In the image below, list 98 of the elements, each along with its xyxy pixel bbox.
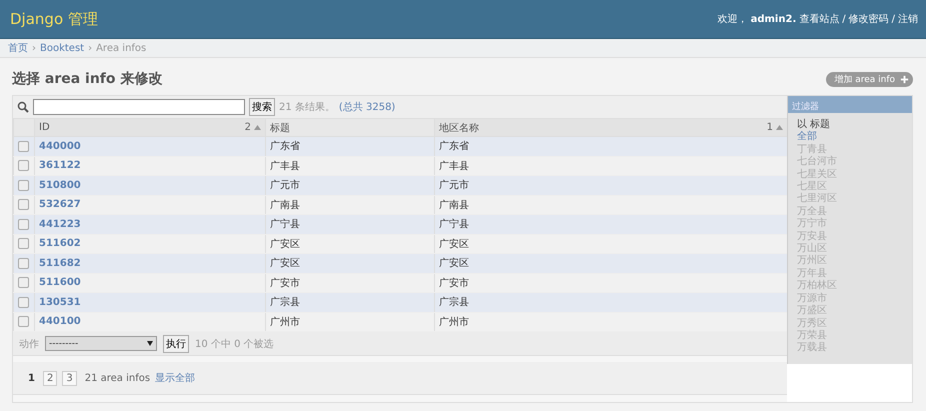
table-cell: 广元市: [434, 176, 787, 195]
filter-option[interactable]: 七星区: [797, 181, 912, 194]
page-link[interactable]: 3: [62, 370, 77, 386]
table-cell: 广宗县: [266, 292, 434, 312]
id-link[interactable]: 511600: [39, 277, 81, 288]
filter-option[interactable]: 七里河区: [797, 193, 912, 206]
filter-option[interactable]: 丁青县: [797, 144, 912, 156]
filter-option[interactable]: 万年县: [797, 268, 912, 280]
row-checkbox[interactable]: [18, 258, 29, 269]
sort-ascending-icon[interactable]: [254, 125, 261, 130]
sort-priority: 1: [766, 122, 773, 133]
filter-title: 过滤器: [788, 96, 912, 113]
filter-option[interactable]: 七台河市: [797, 156, 912, 169]
id-link[interactable]: 511602: [39, 238, 81, 250]
table-cell: 广安市: [434, 273, 787, 292]
filter-option[interactable]: 万载县: [797, 342, 912, 355]
welcome-text: 欢迎，: [718, 12, 748, 26]
table-cell: 广丰县: [266, 156, 434, 176]
id-link[interactable]: 532627: [39, 199, 81, 210]
plus-icon: [900, 74, 909, 84]
table-cell: 广宗县: [434, 292, 787, 312]
row-checkbox[interactable]: [18, 180, 29, 191]
table-cell: 广安市: [266, 273, 434, 292]
table-cell: 广东省: [266, 136, 434, 156]
filter-option[interactable]: 万宁市: [797, 218, 912, 231]
filter-option[interactable]: 万秀区: [797, 318, 912, 330]
sort-priority: 2: [244, 122, 251, 133]
filter-option[interactable]: 万源市: [797, 292, 912, 306]
id-link[interactable]: 440100: [39, 316, 81, 328]
username: admin2.: [750, 14, 796, 24]
row-checkbox[interactable]: [18, 199, 29, 210]
column-header[interactable]: 地区名称: [439, 120, 479, 134]
table-cell: 广南县: [434, 195, 787, 214]
current-page[interactable]: 1: [25, 372, 38, 384]
table-cell: 广州市: [266, 312, 434, 332]
id-link[interactable]: 361122: [39, 160, 81, 172]
row-checkbox[interactable]: [18, 316, 29, 328]
table-cell: 广安区: [266, 234, 434, 254]
filter-option[interactable]: 万全县: [797, 206, 912, 218]
total-link[interactable]: (总共 3258): [338, 100, 396, 114]
table-cell: 广南县: [266, 195, 434, 214]
site-title: Django 管理: [10, 10, 98, 28]
table-cell: 广州市: [434, 312, 787, 332]
separator: /: [892, 14, 895, 24]
search-button[interactable]: 搜索: [249, 98, 275, 116]
row-checkbox[interactable]: [18, 277, 29, 288]
table-cell: 广丰县: [434, 156, 787, 176]
result-count: 21 条结果。: [279, 100, 335, 114]
row-checkbox[interactable]: [18, 296, 29, 308]
filter-option[interactable]: 万柏林区: [797, 280, 912, 293]
table-cell: 广安区: [266, 254, 434, 273]
id-link[interactable]: 510800: [39, 180, 81, 191]
id-link[interactable]: 511682: [39, 258, 81, 269]
row-checkbox[interactable]: [18, 160, 29, 172]
breadcrumb-current: Area infos: [96, 42, 146, 54]
breadcrumb-link[interactable]: Booktest: [40, 42, 84, 54]
separator: /: [842, 14, 846, 24]
table-cell: 广元市: [266, 176, 434, 195]
add-button[interactable]: 增加 area info: [826, 72, 913, 86]
filter-option[interactable]: 万荣县: [797, 330, 912, 342]
id-link[interactable]: 130531: [39, 296, 81, 308]
filter-option[interactable]: 万安县: [797, 230, 912, 244]
search-icon: [17, 101, 29, 113]
breadcrumb-separator: ›: [32, 42, 36, 54]
column-header[interactable]: 标题: [270, 120, 290, 134]
item-count: 21 area infos: [84, 372, 150, 384]
show-all-link[interactable]: 显示全部: [155, 371, 196, 385]
filter-option[interactable]: 万山区: [797, 243, 912, 256]
search-field[interactable]: [33, 99, 245, 115]
table-cell: 广宁县: [434, 214, 787, 234]
filter-option[interactable]: 万盛区: [797, 305, 912, 318]
breadcrumb-separator: ›: [88, 42, 92, 54]
row-checkbox[interactable]: [18, 218, 29, 230]
page-title: 选择 area info 来修改: [12, 70, 162, 88]
run-button[interactable]: 执行: [163, 334, 189, 352]
header-link[interactable]: 修改密码: [848, 12, 889, 26]
selection-counter: 10 个中 0 个被选: [195, 338, 274, 350]
table-cell: 广宁县: [266, 214, 434, 234]
filter-option[interactable]: 七星关区: [797, 168, 912, 182]
table-cell: 广东省: [434, 136, 787, 156]
breadcrumb-link[interactable]: 首页: [8, 41, 28, 55]
row-checkbox[interactable]: [18, 238, 29, 250]
page-link[interactable]: 2: [42, 370, 58, 386]
table-cell: 广安区: [434, 234, 787, 254]
sort-ascending-icon[interactable]: [776, 125, 783, 130]
action-label: 动作: [19, 338, 39, 350]
action-select[interactable]: ---------: [45, 336, 157, 351]
filter-heading: 以 标题: [797, 119, 832, 130]
dropdown-arrow-icon: [147, 341, 153, 346]
filter-option[interactable]: 全部: [797, 131, 912, 144]
id-link[interactable]: 440000: [39, 140, 81, 152]
filter-option[interactable]: 万州区: [797, 255, 912, 268]
table-cell: 广安区: [434, 254, 787, 273]
id-link[interactable]: 441223: [39, 218, 81, 230]
header-link[interactable]: 查看站点: [799, 12, 840, 26]
header-link[interactable]: 注销: [898, 12, 918, 26]
column-header[interactable]: ID: [39, 122, 50, 133]
row-checkbox[interactable]: [18, 140, 29, 152]
